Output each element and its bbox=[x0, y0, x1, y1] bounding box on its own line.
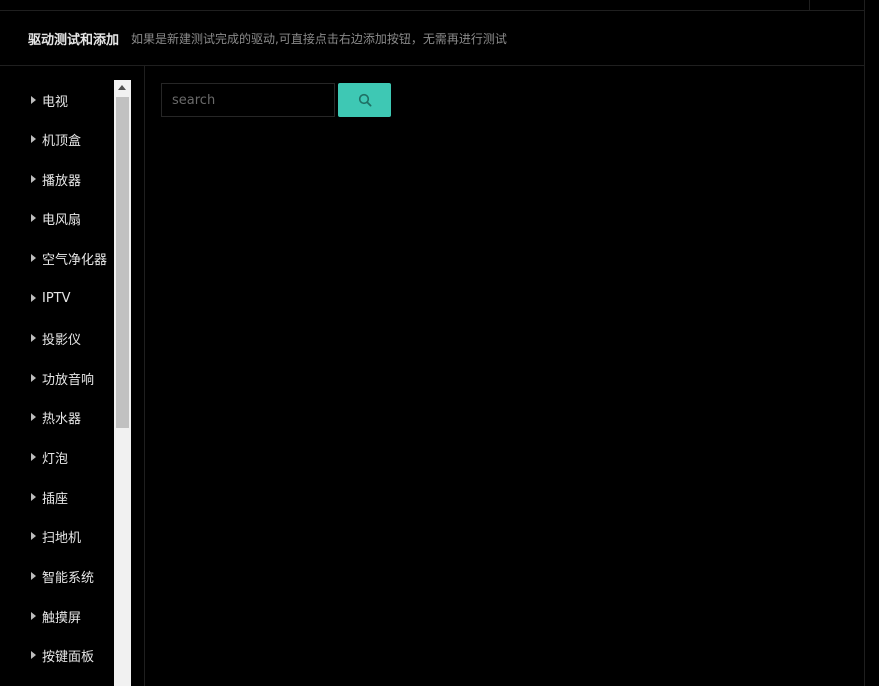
tree-item-label: 灯泡 bbox=[42, 451, 69, 467]
tree-item-robot-vacuum[interactable]: 扫地机 bbox=[31, 526, 81, 546]
caret-right-icon bbox=[31, 612, 36, 620]
caret-right-icon bbox=[31, 96, 36, 104]
tree-item-label: 按键面板 bbox=[42, 649, 95, 665]
caret-right-icon bbox=[31, 254, 36, 262]
caret-right-icon bbox=[31, 493, 36, 501]
tree-item-label: 电视 bbox=[42, 94, 69, 110]
tree-item-air-purifier[interactable]: 空气净化器 bbox=[31, 248, 107, 268]
tree-item-iptv[interactable]: IPTV bbox=[31, 288, 71, 308]
tree-item-label: 插座 bbox=[42, 491, 69, 507]
caret-right-icon bbox=[31, 175, 36, 183]
tree-item-label: 功放音响 bbox=[42, 372, 95, 388]
tree-item-set-top-box[interactable]: 机顶盒 bbox=[31, 129, 81, 149]
caret-right-icon bbox=[31, 334, 36, 342]
tree-item-fan[interactable]: 电风扇 bbox=[31, 208, 81, 228]
scrollbar-thumb[interactable] bbox=[116, 97, 129, 428]
caret-right-icon bbox=[31, 453, 36, 461]
panel-header: 驱动测试和添加 如果是新建测试完成的驱动,可直接点击右边添加按钮，无需再进行测试 bbox=[0, 11, 864, 66]
caret-right-icon bbox=[31, 572, 36, 580]
tree-item-water-heater[interactable]: 热水器 bbox=[31, 407, 81, 427]
tree-item-projector[interactable]: 投影仪 bbox=[31, 328, 81, 348]
panel-right-border bbox=[864, 0, 865, 686]
search-input[interactable] bbox=[161, 83, 335, 117]
tree-item-light-bulb[interactable]: 灯泡 bbox=[31, 447, 68, 467]
tree-item-label: 智能系统 bbox=[42, 570, 95, 586]
tree-item-socket[interactable]: 插座 bbox=[31, 487, 68, 507]
caret-right-icon bbox=[31, 532, 36, 540]
tree-item-player[interactable]: 播放器 bbox=[31, 169, 81, 189]
tree-item-label: 电风扇 bbox=[42, 212, 82, 228]
tree-item-key-panel[interactable]: 按键面板 bbox=[31, 645, 94, 665]
tree-item-label: 热水器 bbox=[42, 411, 82, 427]
caret-right-icon bbox=[31, 651, 36, 659]
page-hint: 如果是新建测试完成的驱动,可直接点击右边添加按钮，无需再进行测试 bbox=[131, 31, 507, 46]
tree-item-label: 扫地机 bbox=[42, 530, 82, 546]
caret-right-icon bbox=[31, 374, 36, 382]
tree-item-label: 机顶盒 bbox=[42, 133, 82, 149]
page: 驱动测试和添加 如果是新建测试完成的驱动,可直接点击右边添加按钮，无需再进行测试… bbox=[0, 0, 879, 686]
tree-item-touch-screen[interactable]: 触摸屏 bbox=[31, 606, 81, 626]
tree-item-smart-system[interactable]: 智能系统 bbox=[31, 566, 94, 586]
top-strip bbox=[0, 0, 864, 11]
caret-right-icon bbox=[31, 294, 36, 302]
caret-right-icon bbox=[31, 214, 36, 222]
tree-item-amplifier[interactable]: 功放音响 bbox=[31, 368, 94, 388]
device-tree: 电视 机顶盒 播放器 电风扇 空气净化器 IPTV 投影仪 功放音响 热水器 灯… bbox=[0, 80, 114, 686]
tree-item-tv[interactable]: 电视 bbox=[31, 90, 68, 110]
search-button[interactable] bbox=[338, 83, 391, 117]
top-strip-divider bbox=[809, 0, 810, 10]
tree-item-label: 播放器 bbox=[42, 173, 82, 189]
sidebar-scrollbar[interactable] bbox=[114, 80, 131, 686]
page-title: 驱动测试和添加 bbox=[28, 32, 120, 48]
sidebar: 电视 机顶盒 播放器 电风扇 空气净化器 IPTV 投影仪 功放音响 热水器 灯… bbox=[0, 66, 145, 686]
caret-right-icon bbox=[31, 135, 36, 143]
tree-item-label: IPTV bbox=[42, 290, 71, 306]
tree-item-label: 投影仪 bbox=[42, 332, 82, 348]
tree-item-label: 空气净化器 bbox=[42, 252, 108, 268]
scroll-up-arrow-icon[interactable] bbox=[118, 85, 126, 90]
tree-item-label: 触摸屏 bbox=[42, 610, 82, 626]
search-icon bbox=[358, 93, 372, 107]
caret-right-icon bbox=[31, 413, 36, 421]
